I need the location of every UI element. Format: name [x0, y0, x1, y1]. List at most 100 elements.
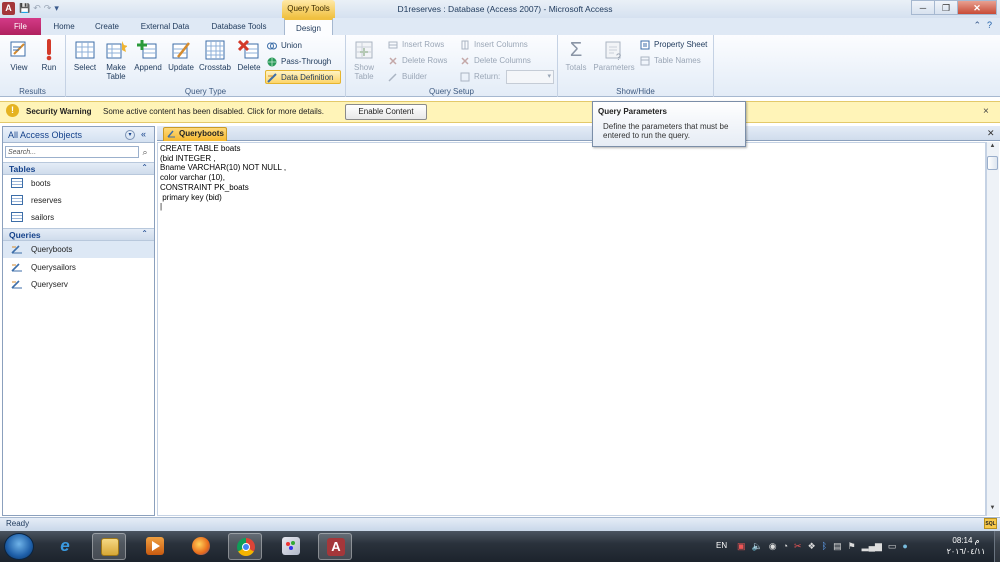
- tray-app-icon[interactable]: ◉: [769, 541, 777, 552]
- totals-button[interactable]: Σ Totals: [561, 39, 591, 72]
- nav-item-table[interactable]: boots: [3, 175, 154, 192]
- parameters-button[interactable]: ? Parameters: [592, 39, 636, 72]
- network-signal-icon[interactable]: ▂▄▆: [862, 541, 882, 552]
- query-icon: [167, 130, 176, 138]
- nav-section-tables[interactable]: Tables ⌃: [3, 162, 154, 175]
- tab-home[interactable]: Home: [47, 18, 81, 35]
- view-button[interactable]: View: [4, 39, 34, 72]
- tab-design[interactable]: Design: [284, 18, 333, 35]
- shutter-bar-close-icon[interactable]: «: [141, 129, 146, 139]
- scroll-up-icon[interactable]: ▲: [987, 143, 998, 153]
- sql-text[interactable]: CREATE TABLE boats (bid INTEGER , Bname …: [160, 144, 286, 212]
- append-button[interactable]: Append: [133, 39, 163, 72]
- taskbar-firefox[interactable]: [184, 533, 218, 560]
- vertical-scrollbar[interactable]: [986, 142, 999, 516]
- close-button[interactable]: ✕: [957, 0, 997, 15]
- insert-rows-button[interactable]: Insert Rows: [387, 38, 444, 52]
- union-button[interactable]: Union: [266, 39, 302, 53]
- security-warning-title: Security Warning: [26, 107, 92, 116]
- redo-icon[interactable]: ↷: [44, 3, 52, 14]
- access-app-icon[interactable]: A: [2, 2, 15, 15]
- maximize-button[interactable]: ❐: [934, 0, 958, 15]
- minimize-ribbon-icon[interactable]: ⌃: [973, 20, 981, 31]
- tray-app-icon[interactable]: ⚑: [848, 541, 856, 552]
- nav-item-label: Queryserv: [31, 280, 68, 289]
- select-button[interactable]: Select: [70, 39, 100, 72]
- close-warning-icon[interactable]: ×: [983, 106, 989, 117]
- taskbar-chrome[interactable]: [228, 533, 262, 560]
- nav-item-query[interactable]: Queryserv: [3, 276, 154, 293]
- delete-button[interactable]: Delete: [234, 39, 264, 72]
- help-icon[interactable]: ?: [987, 20, 992, 31]
- document-tab-bar: [157, 126, 1000, 141]
- clock-time[interactable]: 08:14 م: [946, 536, 986, 545]
- group-label-show-hide: Show/Hide: [616, 87, 655, 96]
- nav-item-table[interactable]: sailors: [3, 209, 154, 226]
- sql-view-button[interactable]: SQL: [984, 518, 997, 529]
- security-warning-message[interactable]: Some active content has been disabled. C…: [103, 107, 324, 116]
- tray-app-icon[interactable]: ▣: [737, 541, 746, 552]
- delete-columns-button[interactable]: Delete Columns: [459, 54, 531, 68]
- taskbar-file-explorer[interactable]: [92, 533, 126, 560]
- parameters-tooltip: Query Parameters Define the parameters t…: [592, 101, 746, 147]
- nav-item-table[interactable]: reserves: [3, 192, 154, 209]
- close-document-icon[interactable]: ✕: [987, 128, 995, 139]
- bluetooth-icon[interactable]: ᛒ: [822, 541, 827, 552]
- crosstab-button[interactable]: Crosstab: [198, 39, 232, 72]
- exclamation-icon: [38, 39, 60, 61]
- tray-app-icon[interactable]: ◔: [783, 541, 788, 552]
- language-indicator[interactable]: EN: [716, 541, 727, 550]
- update-button[interactable]: Update: [166, 39, 196, 72]
- tab-database-tools[interactable]: Database Tools: [204, 18, 274, 35]
- nav-item-query[interactable]: Querysailors: [3, 259, 154, 276]
- show-desktop-button[interactable]: [994, 531, 1000, 562]
- show-table-button[interactable]: Show Table: [349, 39, 379, 81]
- return-dropdown[interactable]: ▾: [506, 70, 554, 84]
- data-definition-button[interactable]: Data Definition: [265, 70, 341, 84]
- taskbar-media-player[interactable]: [138, 533, 172, 560]
- customize-icon[interactable]: ▾: [54, 3, 59, 14]
- nav-item-label: boots: [31, 179, 51, 188]
- nav-section-queries[interactable]: Queries ⌃: [3, 228, 154, 241]
- append-icon: [137, 39, 159, 61]
- run-button[interactable]: Run: [34, 39, 64, 72]
- tray-app-icon[interactable]: ▤: [833, 541, 842, 552]
- save-icon[interactable]: 💾: [19, 3, 30, 14]
- nav-item-query-selected[interactable]: Queryboots: [3, 241, 154, 258]
- chevron-down-icon[interactable]: ▾: [125, 130, 135, 140]
- clock-date[interactable]: ٢٠١٦/٠٤/١١: [938, 547, 994, 556]
- tray-app-icon[interactable]: ●: [902, 541, 907, 552]
- scroll-down-icon[interactable]: ▼: [987, 505, 998, 515]
- nav-search-input[interactable]: Search...: [5, 146, 139, 158]
- taskbar-internet-explorer[interactable]: e: [48, 533, 82, 560]
- battery-icon[interactable]: ▭: [888, 541, 897, 552]
- enable-content-button[interactable]: Enable Content: [345, 104, 427, 120]
- tab-create[interactable]: Create: [88, 18, 126, 35]
- scrollbar-thumb[interactable]: [987, 156, 998, 170]
- insert-columns-button[interactable]: Insert Columns: [459, 38, 528, 52]
- nav-pane-title[interactable]: All Access Objects: [8, 130, 82, 140]
- builder-button[interactable]: Builder: [387, 70, 427, 84]
- taskbar-paint[interactable]: [274, 533, 308, 560]
- taskbar-access[interactable]: A: [318, 533, 352, 560]
- undo-icon[interactable]: ↶: [33, 3, 41, 14]
- system-tray: ▣ 🔈 ◉ ◔ ✂ ❖ ᛒ ▤ ⚑ ▂▄▆ ▭ ●: [737, 541, 908, 552]
- property-sheet-button[interactable]: Property Sheet: [639, 38, 707, 52]
- tab-external-data[interactable]: External Data: [133, 18, 197, 35]
- table-names-button[interactable]: Table Names: [639, 54, 701, 68]
- make-table-button[interactable]: Make Table: [101, 39, 131, 81]
- group-query-type: Select Make Table Append Update Crosstab…: [66, 35, 346, 97]
- svg-text:?: ?: [616, 52, 621, 61]
- start-orb-icon[interactable]: [4, 533, 34, 560]
- delete-rows-button[interactable]: Delete Rows: [387, 54, 447, 68]
- tooltip-body: Define the parameters that must be enter…: [603, 122, 729, 140]
- minimize-button[interactable]: ─: [911, 0, 935, 15]
- speaker-icon[interactable]: 🔈: [752, 541, 763, 552]
- tray-app-icon[interactable]: ✂: [794, 541, 802, 552]
- nav-item-label: Querysailors: [31, 263, 76, 272]
- search-icon[interactable]: ⌕: [139, 146, 151, 158]
- document-tab-label[interactable]: Queryboots: [179, 129, 224, 138]
- pass-through-button[interactable]: Pass-Through: [266, 55, 331, 69]
- tab-file[interactable]: File: [0, 18, 41, 35]
- tray-app-icon[interactable]: ❖: [808, 541, 816, 552]
